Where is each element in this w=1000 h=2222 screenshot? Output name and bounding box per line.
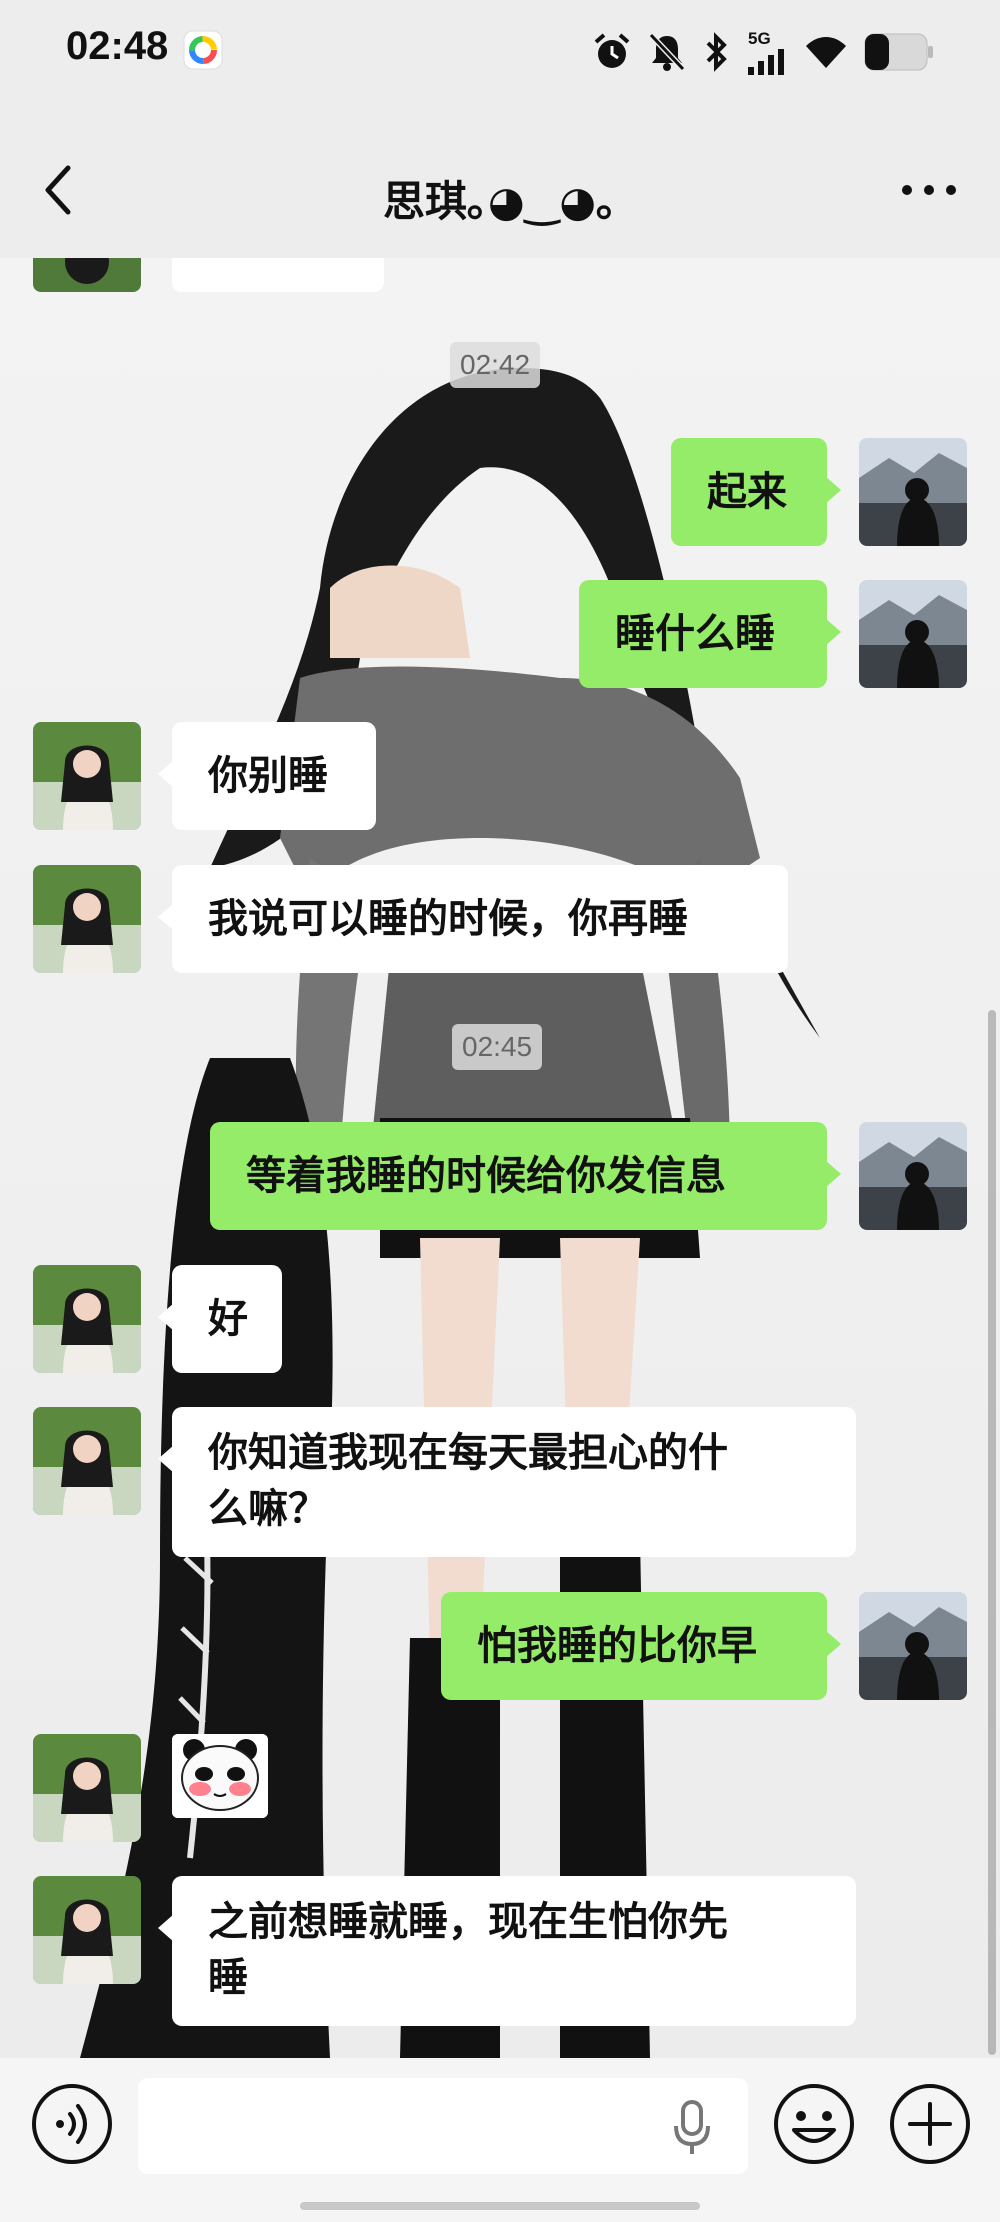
contact-avatar[interactable] <box>33 1265 141 1373</box>
message-bubble-incoming[interactable]: 你别睡 <box>158 722 376 830</box>
mute-icon <box>648 32 686 72</box>
app-notification-icon <box>183 30 223 70</box>
battery-icon <box>864 33 934 71</box>
wifi-icon <box>804 34 848 70</box>
bluetooth-icon <box>702 32 732 72</box>
more-button[interactable] <box>894 165 964 215</box>
signal-icon: 5G <box>748 29 788 75</box>
message-bubble-partial <box>172 258 384 292</box>
message-bubble-outgoing[interactable]: 睡什么睡 <box>579 580 841 688</box>
voice-button[interactable] <box>30 2082 114 2166</box>
plus-button[interactable] <box>888 2082 972 2166</box>
contact-avatar[interactable] <box>33 1734 141 1842</box>
contact-avatar[interactable] <box>33 722 141 830</box>
chat-header: 思琪｡◕‿◕｡ <box>0 110 1000 258</box>
mic-icon[interactable] <box>672 2100 712 2156</box>
network-type-label: 5G <box>748 29 771 48</box>
status-icons: 5G <box>592 28 934 76</box>
more-icon <box>902 185 956 195</box>
contact-avatar[interactable] <box>33 865 141 973</box>
message-bubble-incoming[interactable]: 我说可以睡的时候，你再睡 <box>158 865 788 973</box>
input-bar <box>0 2058 1000 2222</box>
my-avatar[interactable] <box>859 580 967 688</box>
chat-scrollbar[interactable] <box>988 1010 996 2055</box>
contact-avatar[interactable] <box>33 258 141 292</box>
emoji-icon <box>774 2084 854 2164</box>
message-line: 之前想睡就睡，现在生怕你先 <box>208 1899 728 1945</box>
contact-avatar[interactable] <box>33 1876 141 1984</box>
alarm-icon <box>592 32 632 72</box>
voice-icon <box>32 2084 112 2164</box>
my-avatar[interactable] <box>859 438 967 546</box>
message-bubble-outgoing[interactable]: 怕我睡的比你早 <box>441 1592 841 1700</box>
message-line: 么嘛？ <box>208 1486 328 1532</box>
panda-blush-sticker[interactable] <box>172 1734 268 1818</box>
emoji-button[interactable] <box>772 2082 856 2166</box>
plus-icon <box>890 2084 970 2164</box>
message-timestamp: 02:42 <box>450 342 541 388</box>
message-input[interactable] <box>138 2078 748 2174</box>
message-timestamp: 02:45 <box>452 1024 543 1070</box>
message-bubble-incoming[interactable]: 好 <box>158 1265 282 1373</box>
message-bubble-incoming[interactable]: 之前想睡就睡，现在生怕你先 睡 <box>158 1876 856 2026</box>
contact-avatar[interactable] <box>33 1407 141 1515</box>
message-line: 睡 <box>208 1955 248 2001</box>
status-bar: 02:48 5G <box>0 0 1000 110</box>
status-time: 02:48 <box>66 24 169 68</box>
home-indicator[interactable] <box>300 2202 700 2210</box>
message-bubble-outgoing[interactable]: 等着我睡的时候给你发信息 <box>210 1122 841 1230</box>
my-avatar[interactable] <box>859 1592 967 1700</box>
message-bubble-outgoing[interactable]: 起来 <box>671 438 841 546</box>
my-avatar[interactable] <box>859 1122 967 1230</box>
message-bubble-incoming[interactable]: 你知道我现在每天最担心的什 么嘛？ <box>158 1407 856 1557</box>
message-line: 你知道我现在每天最担心的什 <box>208 1430 728 1476</box>
chat-title: 思琪｡◕‿◕｡ <box>382 177 618 226</box>
panda-blush-icon <box>172 1734 268 1818</box>
